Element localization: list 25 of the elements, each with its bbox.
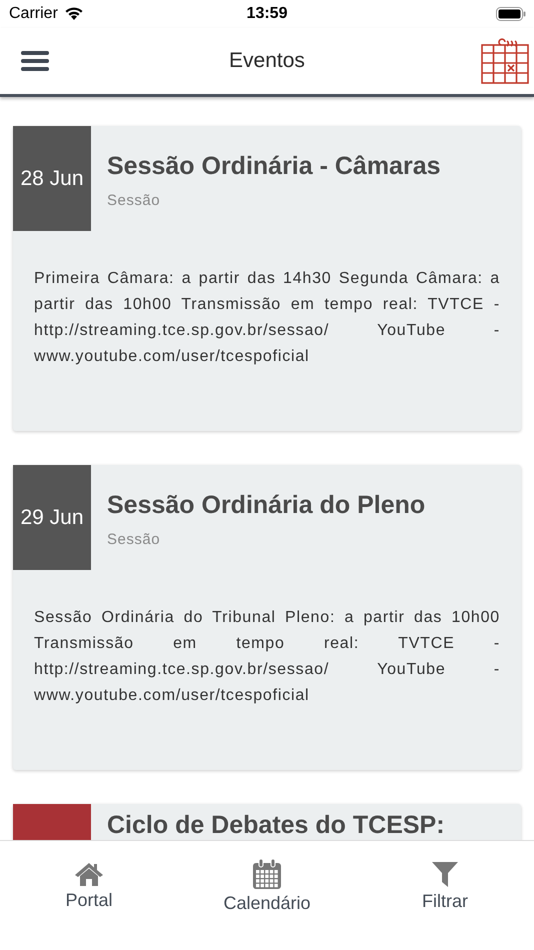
carrier-label: Carrier [9,5,58,23]
wifi-icon [64,7,84,21]
event-card[interactable]: Ciclo de Debates do TCESP: [13,804,521,840]
event-title: Sessão Ordinária - Câmaras [107,152,440,181]
calendar-icon[interactable] [481,38,529,84]
event-description: Primeira Câmara: a partir das 14h30 Segunda Câmara: a partir das 10h00 Transmissão em tempo real: TVTCE - http://streaming.tce.sp.gov.br/sessao/ YouTube - www.youtube.com/user/tcespoficial [34,269,500,367]
date-block: 28 Jun [13,126,91,231]
tab-item[interactable]: Calendário [197,858,337,914]
event-description: Sessão Ordinária do Tribunal Pleno: a partir das 10h00 Transmissão em tempo real: TVTCE - http://streaming.tce.sp.gov.br/sessao/ YouTube - www.youtube.com/user/tcespoficial [34,608,500,706]
battery-icon [496,7,526,21]
event-title: Ciclo de Debates do TCESP: [107,811,445,840]
calendar-icon [251,858,283,890]
event-category: Sessão [107,192,162,209]
filter-icon [431,860,459,888]
event-category: Sessão [107,531,162,548]
event-card[interactable] [13,465,521,770]
event-title: Sessão Ordinária do Pleno [107,491,426,520]
date-block: 29 Jun [13,465,91,570]
home-icon [74,860,104,886]
tab-item[interactable]: Portal [19,860,159,910]
event-card[interactable] [13,126,521,431]
page-title: Eventos [229,49,305,73]
menu-icon[interactable] [21,50,49,72]
tab-item[interactable]: Filtrar [375,860,515,912]
clock-time: 13:59 [246,5,288,23]
